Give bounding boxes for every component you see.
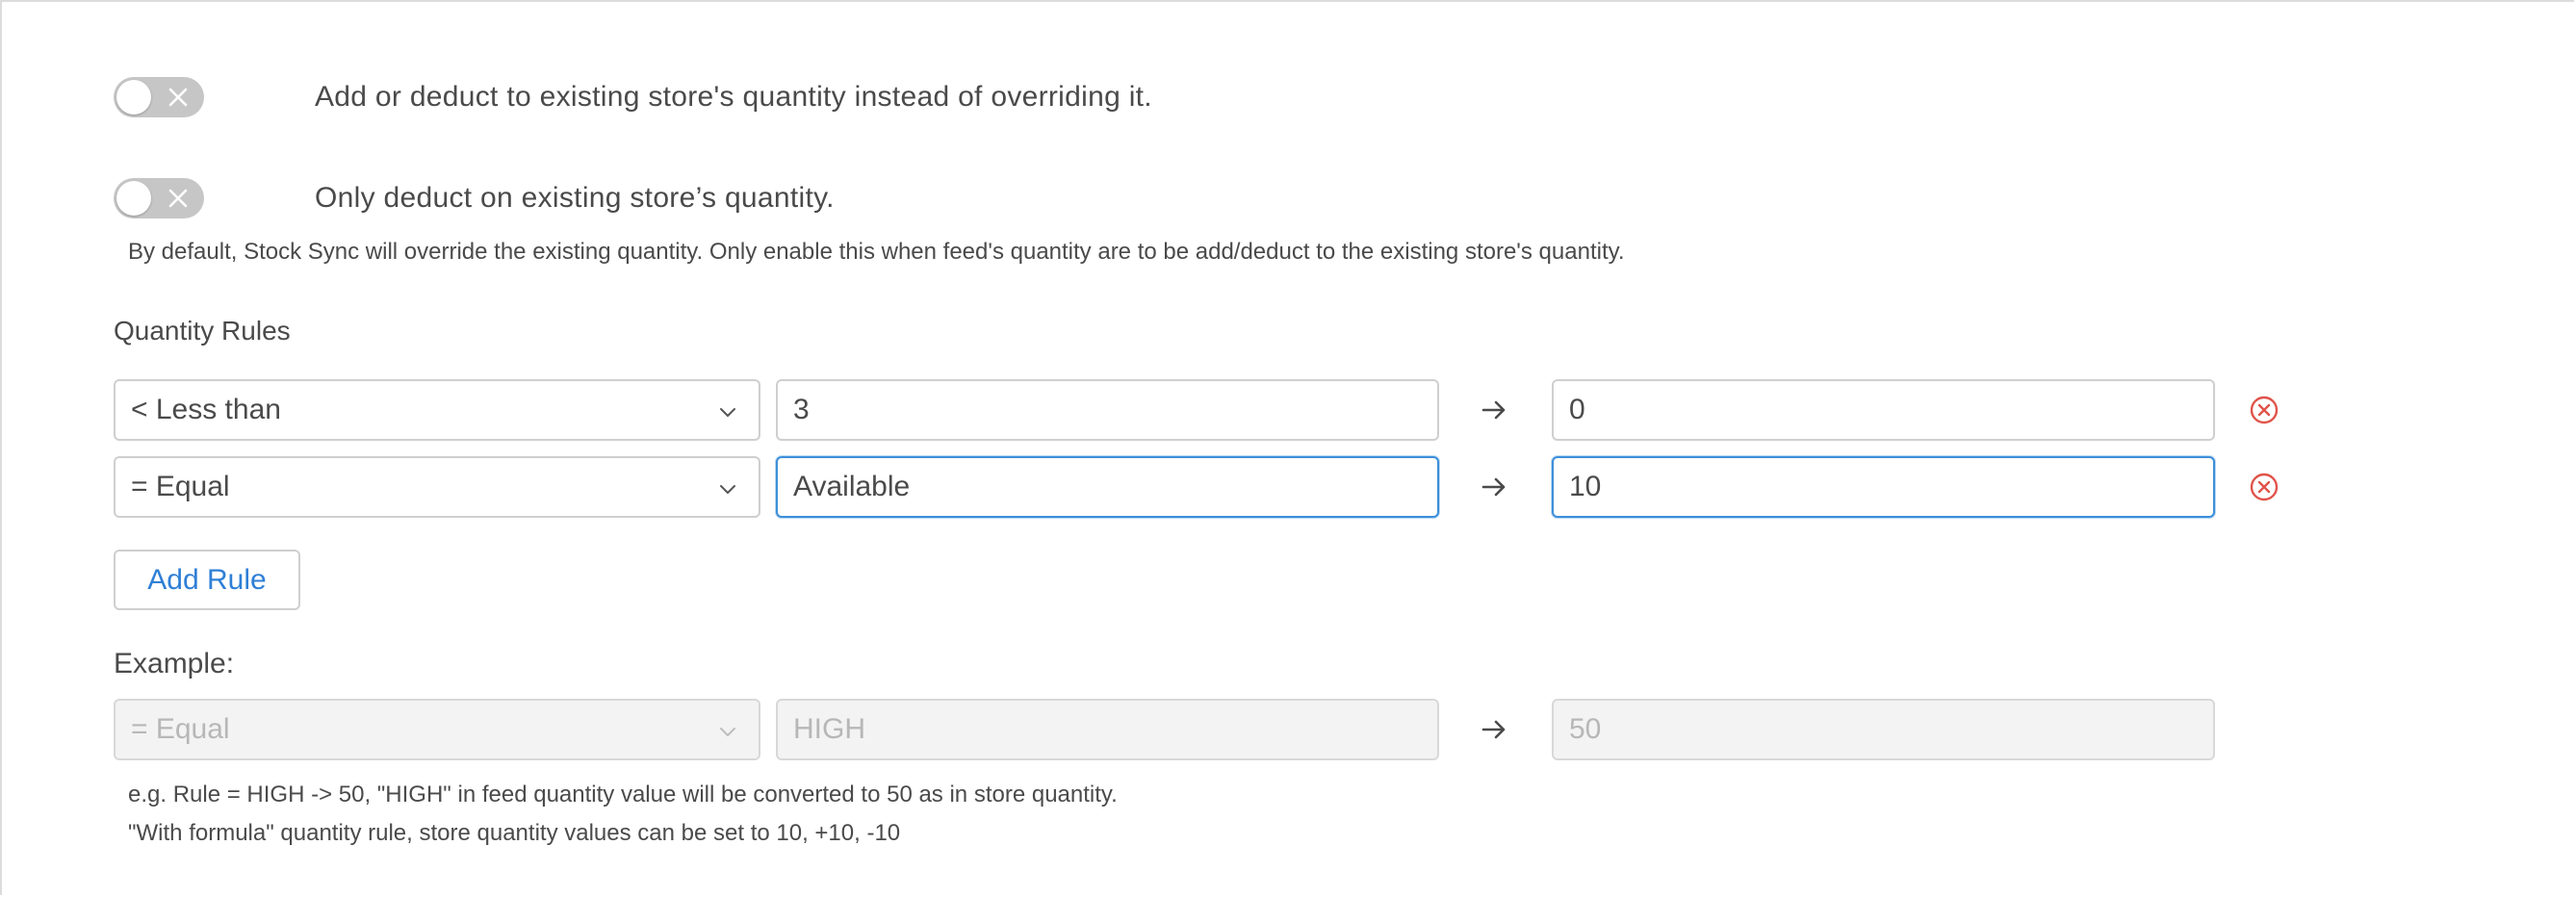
example-note: e.g. Rule = HIGH -> 50, "HIGH" in feed q… (128, 782, 1118, 807)
rule-result-input[interactable]: 0 (1552, 379, 2215, 441)
x-icon (168, 189, 188, 208)
arrow-right-icon (1481, 477, 1506, 497)
quantity-rules-title: Quantity Rules (114, 316, 291, 346)
toggle-row-only-deduct: Only deduct on existing store’s quantity… (114, 178, 835, 218)
example-value-text: HIGH (793, 713, 865, 745)
add-deduct-toggle-label: Add or deduct to existing store's quanti… (315, 81, 1152, 113)
toggle-knob (116, 181, 151, 216)
rule-value-input[interactable]: Available (776, 456, 1439, 518)
rule-result-text: 0 (1569, 394, 1585, 425)
remove-circle-icon[interactable] (2249, 395, 2280, 425)
example-operator-select: = Equal (114, 699, 760, 760)
arrow-right-icon (1481, 720, 1506, 739)
toggle-row-add-deduct: Add or deduct to existing store's quanti… (114, 77, 1152, 117)
add-rule-button[interactable]: Add Rule (114, 550, 300, 610)
formula-note: "With formula" quantity rule, store quan… (128, 820, 901, 846)
settings-panel (0, 0, 2574, 895)
only-deduct-toggle[interactable] (114, 178, 204, 218)
chevron-down-icon (720, 728, 735, 736)
chevron-down-icon (720, 485, 735, 494)
rule-value-input[interactable]: 3 (776, 379, 1439, 441)
rule-result-input[interactable]: 10 (1552, 456, 2215, 518)
toggle-knob (116, 80, 151, 115)
rule-value-text: 3 (793, 394, 810, 425)
remove-circle-icon[interactable] (2249, 472, 2280, 502)
rule-value-text: Available (793, 471, 911, 502)
quantity-rule-row: = Equal Available 10 (114, 456, 2289, 518)
quantity-rule-row: < Less than 3 0 (114, 379, 2289, 441)
arrow-right-icon (1481, 400, 1506, 420)
example-operator-value: = Equal (131, 713, 230, 745)
rule-operator-select[interactable]: = Equal (114, 456, 760, 518)
rule-operator-value: < Less than (131, 394, 281, 425)
add-deduct-toggle[interactable] (114, 77, 204, 117)
example-value-input: HIGH (776, 699, 1439, 760)
rule-operator-select[interactable]: < Less than (114, 379, 760, 441)
override-help-text: By default, Stock Sync will override the… (128, 239, 1625, 265)
example-label: Example: (114, 648, 235, 679)
rule-result-text: 10 (1569, 471, 1602, 502)
example-result-input: 50 (1552, 699, 2215, 760)
example-result-text: 50 (1569, 713, 1602, 745)
rule-operator-value: = Equal (131, 471, 230, 502)
chevron-down-icon (720, 408, 735, 417)
example-rule-row: = Equal HIGH 50 (114, 699, 2289, 760)
only-deduct-toggle-label: Only deduct on existing store’s quantity… (315, 182, 835, 214)
x-icon (168, 88, 188, 107)
